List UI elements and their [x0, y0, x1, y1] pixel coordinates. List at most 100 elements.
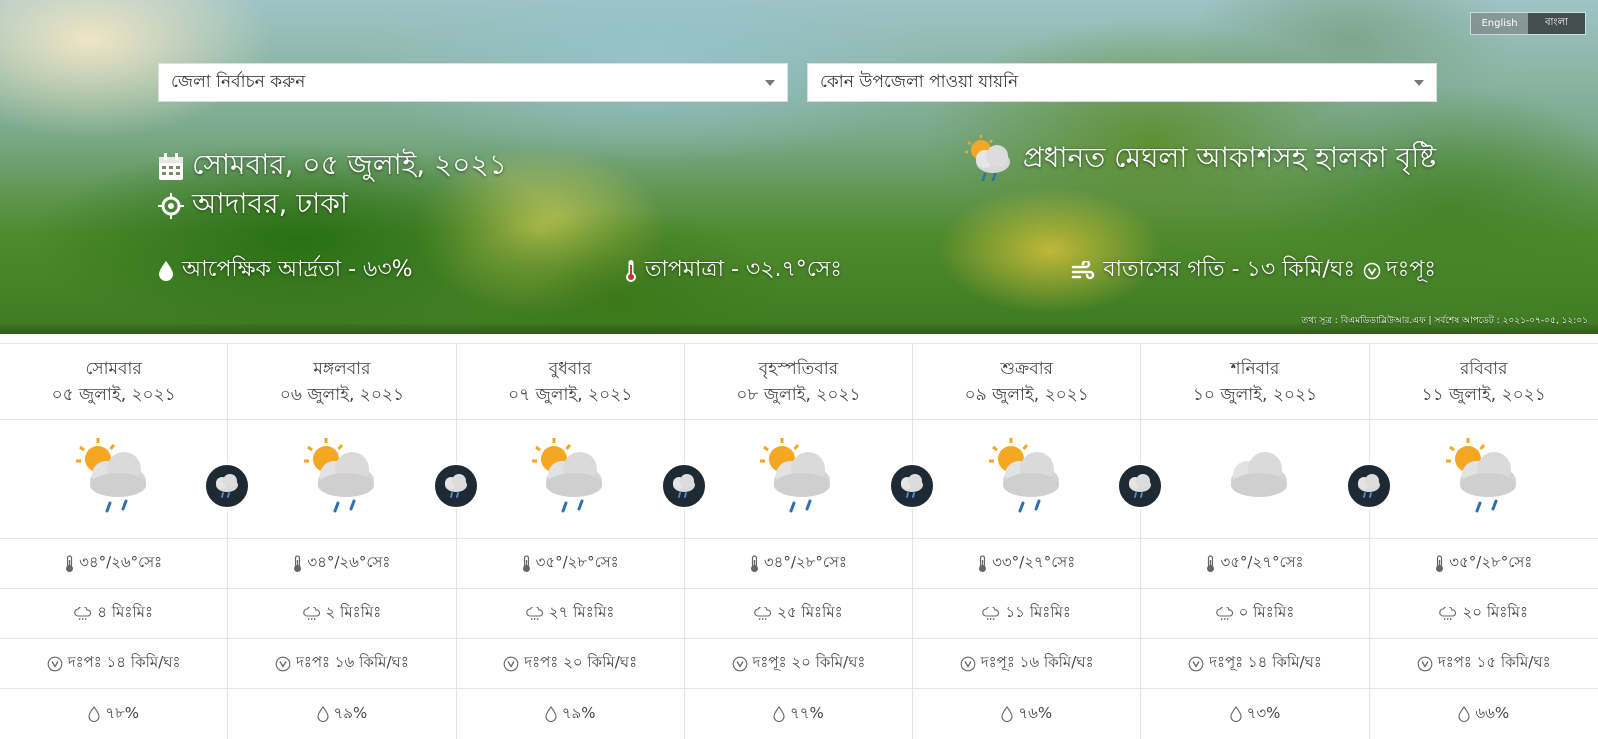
- forecast-wind-text: দঃপঃ ১৬ কিমি/ঘঃ: [295, 653, 409, 671]
- current-humidity-text: আপেক্ষিক আর্দ্রতা - ৬৩%: [182, 257, 413, 282]
- forecast-weather-cell: [1141, 420, 1392, 539]
- forecast-wind-text: দঃপূঃ ২০ কিমি/ঘঃ: [752, 653, 866, 671]
- forecast-day-column-6: শনিবার ১০ জুলাই, ২০২১ ৩৫°/২৭°সেঃ ০ মিঃমি…: [1141, 344, 1392, 739]
- thermometer-icon: [1436, 554, 1444, 572]
- current-location-text: আদাবর, ঢাকা: [192, 187, 348, 220]
- forecast-day-column-4: বৃহস্পতিবার ০৮ জুলাই, ২০২১ ৩৪°/২৮°সেঃ ২৫…: [684, 344, 936, 739]
- forecast-humidity: ৬৬%: [1370, 689, 1598, 739]
- forecast-day-name: শনিবার: [1230, 358, 1280, 379]
- chevron-down-icon: [765, 79, 775, 86]
- wind-direction-icon: [503, 656, 519, 671]
- wind-direction-icon: [275, 656, 291, 671]
- forecast-weather-cell: [913, 420, 1164, 539]
- forecast-temperature: ৩৪°/২৬°সেঃ: [0, 539, 228, 589]
- cloud-icon: [1213, 435, 1297, 523]
- hero-banner: English বাংলা জেলা নির্বাচন করুন কোন উপজ…: [0, 0, 1598, 334]
- forecast-rainfall: ৪ মিঃমিঃ: [0, 589, 228, 639]
- forecast-humidity-text: ৭৭%: [790, 703, 824, 722]
- wind-icon: [1072, 260, 1095, 279]
- forecast-weather-cell: [456, 420, 707, 539]
- forecast-humidity-text: ৭৯%: [333, 703, 368, 722]
- forecast-temperature: ৩৫°/২৮°সেঃ: [1369, 539, 1598, 589]
- forecast-day-name: শুক্রবার: [1000, 358, 1053, 379]
- forecast-day-column-7: রবিবার ১১ জুলাই, ২০২১ ৩৫°/২৮°সেঃ ২০ মিঃম…: [1369, 344, 1598, 739]
- forecast-wind: দঃপঃ ১৬ কিমি/ঘঃ: [228, 639, 456, 689]
- forecast-rainfall-text: ২ মিঃমিঃ: [325, 603, 382, 621]
- language-switch: English বাংলা: [1470, 12, 1586, 35]
- forecast-wind: দঃপূঃ ১৪ কিমি/ঘঃ: [1141, 639, 1369, 689]
- current-wind: বাতাসের গতি - ১৩ কিমি/ঘঃ দঃপূঃ: [1071, 252, 1436, 289]
- forecast-humidity-text: ৭৮%: [105, 703, 139, 722]
- forecast-wind: দঃপঃ ১৪ কিমি/ঘঃ: [0, 639, 228, 689]
- language-english-button[interactable]: English: [1471, 13, 1528, 34]
- forecast-table: সোমবার ০৫ জুলাই, ২০২১ ৩৪°/২৬°সেঃ ৪ মিঃমি…: [0, 343, 1598, 739]
- forecast-rainfall: ২০ মিঃমিঃ: [1369, 589, 1598, 639]
- cloud-rain-icon: [1215, 606, 1233, 620]
- wind-direction-icon: [1188, 656, 1204, 671]
- forecast-temperature-text: ৩৪°/২৬°সেঃ: [79, 553, 163, 571]
- current-condition: প্রধানত মেঘলা আকাশসহ হালকা বৃষ্টি: [963, 134, 1436, 184]
- wind-direction-icon: [47, 656, 63, 671]
- thermometer-icon: [522, 554, 530, 572]
- forecast-day-header: সোমবার ০৫ জুলাই, ২০২১: [0, 344, 228, 420]
- forecast-rainfall-text: ১১ মিঃমিঃ: [1005, 603, 1071, 621]
- water-drop-icon: [545, 706, 557, 722]
- current-temperature-text: তাপমাত্রা - ৩২.৭°সেঃ: [645, 257, 842, 282]
- forecast-temperature-text: ৩৪°/২৬°সেঃ: [307, 553, 391, 571]
- cloud-rain-icon: [74, 606, 92, 620]
- forecast-wind-text: দঃপঃ ২০ কিমি/ঘঃ: [524, 653, 638, 671]
- thermometer-icon: [750, 554, 758, 572]
- upazila-select[interactable]: কোন উপজেলা পাওয়া যায়নি: [807, 63, 1437, 102]
- forecast-temperature: ৩৫°/২৮°সেঃ: [456, 539, 684, 589]
- wind-direction-icon: [732, 656, 747, 671]
- forecast-wind: দঃপঃ ২০ কিমি/ঘঃ: [456, 639, 684, 689]
- water-drop-icon: [1458, 706, 1470, 722]
- current-location: আদাবর, ঢাকা: [158, 182, 348, 229]
- forecast-wind-text: দঃপূঃ ১৪ কিমি/ঘঃ: [1209, 653, 1322, 671]
- forecast-rainfall-text: ৪ মিঃমিঃ: [97, 603, 153, 621]
- water-drop-icon: [88, 706, 100, 722]
- cloud-rain-icon: [526, 606, 543, 620]
- upazila-select-value: কোন উপজেলা পাওয়া যায়নি: [820, 71, 1019, 92]
- thermometer-icon: [66, 554, 74, 572]
- sun-cloud-rain-icon: [964, 135, 1010, 182]
- forecast-wind: দঃপূঃ ২০ কিমি/ঘঃ: [684, 639, 913, 689]
- forecast-rainfall: ০ মিঃমিঃ: [1141, 589, 1369, 639]
- forecast-day-column-3: বুধবার ০৭ জুলাই, ২০২১ ৩৫°/২৮°সেঃ ২৭ মিঃম…: [456, 344, 707, 739]
- forecast-day-header: রবিবার ১১ জুলাই, ২০২১: [1369, 344, 1598, 420]
- forecast-day-name: বুধবার: [548, 358, 592, 379]
- data-source-note: তথ্য সূত্র : বিএমডিডাব্লিউআর.এফ | সর্বশে…: [1301, 316, 1588, 326]
- forecast-day-column-2: মঙ্গলবার ০৬ জুলাই, ২০২১ ৩৪°/২৬°সেঃ ২ মিঃ…: [228, 344, 479, 739]
- forecast-wind-text: দঃপঃ ১৫ কিমি/ঘঃ: [1437, 653, 1551, 671]
- thermometer-icon: [1207, 554, 1215, 572]
- current-condition-text: প্রধানত মেঘলা আকাশসহ হালকা বৃষ্টি: [1022, 140, 1436, 174]
- forecast-day-date: ১১ জুলাই, ২০২১: [1421, 384, 1546, 405]
- forecast-day-header: শনিবার ১০ জুলাই, ২০২১: [1141, 344, 1369, 420]
- forecast-rainfall: ১১ মিঃমিঃ: [913, 589, 1141, 639]
- current-wind-speed: বাতাসের গতি - ১৩ কিমি/ঘঃ: [1103, 257, 1356, 282]
- forecast-day-date: ১০ জুলাই, ২০২১: [1192, 384, 1318, 405]
- forecast-day-date: ০৮ জুলাই, ২০২১: [736, 384, 861, 405]
- sun-cloud-rain-icon: [985, 435, 1069, 523]
- cloud-rain-badge-icon: [1345, 463, 1392, 509]
- current-humidity: আপেক্ষিক আর্দ্রতা - ৬৩%: [158, 252, 413, 289]
- language-bangla-button[interactable]: বাংলা: [1528, 13, 1585, 34]
- cloud-rain-icon: [982, 606, 1000, 620]
- forecast-wind-text: দঃপূঃ ১৬ কিমি/ঘঃ: [980, 653, 1094, 671]
- forecast-rainfall-text: ২৫ মিঃমিঃ: [777, 603, 843, 621]
- forecast-temperature-text: ৩৪°/২৮°সেঃ: [763, 553, 847, 571]
- forecast-humidity: ৭৩%: [1141, 689, 1368, 739]
- forecast-day-column-5: শুক্রবার ০৯ জুলাই, ২০২১ ৩৩°/২৭°সেঃ ১১ মি…: [913, 344, 1164, 739]
- forecast-day-date: ০৯ জুলাই, ২০২১: [964, 384, 1089, 405]
- forecast-day-date: ০৭ জুলাই, ২০২১: [508, 384, 633, 405]
- forecast-day-name: রবিবার: [1460, 358, 1508, 379]
- district-select-value: জেলা নির্বাচন করুন: [171, 71, 306, 92]
- forecast-temperature-text: ৩৫°/২৮°সেঃ: [535, 553, 619, 571]
- sun-cloud-rain-icon: [756, 435, 840, 523]
- forecast-day-header: মঙ্গলবার ০৬ জুলাই, ২০২১: [228, 344, 456, 420]
- forecast-wind: দঃপূঃ ১৬ কিমি/ঘঃ: [913, 639, 1141, 689]
- district-select[interactable]: জেলা নির্বাচন করুন: [158, 63, 788, 102]
- sun-cloud-rain-icon: [528, 435, 612, 523]
- forecast-humidity: ৭৭%: [685, 689, 912, 739]
- forecast-weather-cell: [1369, 420, 1598, 539]
